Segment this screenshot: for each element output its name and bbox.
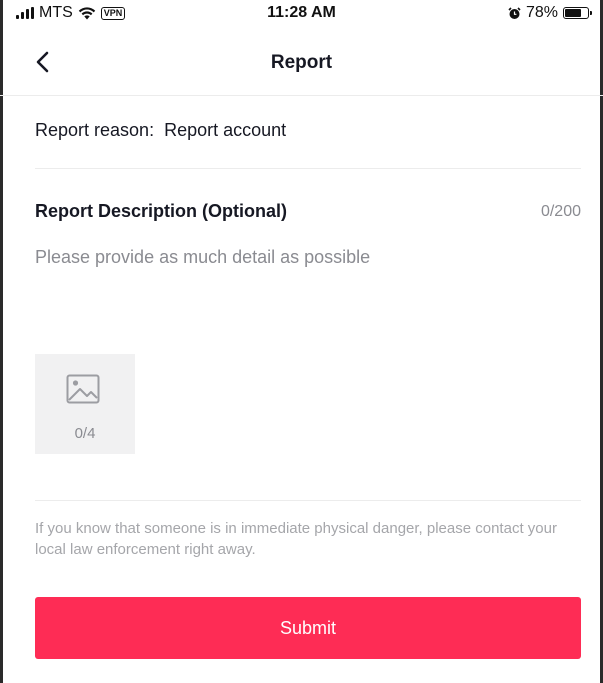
description-input[interactable] xyxy=(33,245,582,339)
battery-percent: 78% xyxy=(525,4,558,21)
phone-frame xyxy=(0,0,603,683)
alarm-icon xyxy=(508,6,521,19)
image-icon xyxy=(66,374,100,404)
battery-fill xyxy=(565,9,581,17)
safety-notice: If you know that someone is in immediate… xyxy=(35,520,557,558)
report-reason-row: Report reason: Report account xyxy=(35,120,286,141)
status-right: 78% xyxy=(508,4,592,22)
description-title: Report Description (Optional) xyxy=(35,201,287,221)
description-counter: 0/200 xyxy=(540,203,581,220)
report-reason-value: Report account xyxy=(164,120,287,140)
submit-button[interactable]: Submit xyxy=(35,597,581,659)
page-title: Report xyxy=(270,52,333,73)
battery-icon xyxy=(563,7,592,19)
nav-bar: Report xyxy=(0,36,603,92)
section-divider xyxy=(35,500,581,501)
report-reason-label: Report reason: xyxy=(35,120,155,140)
nav-divider xyxy=(0,95,603,96)
status-bar: MTS VPN 11:28 AM 78% xyxy=(0,0,603,26)
photo-counter: 0/4 xyxy=(74,425,96,442)
section-divider xyxy=(35,168,581,169)
